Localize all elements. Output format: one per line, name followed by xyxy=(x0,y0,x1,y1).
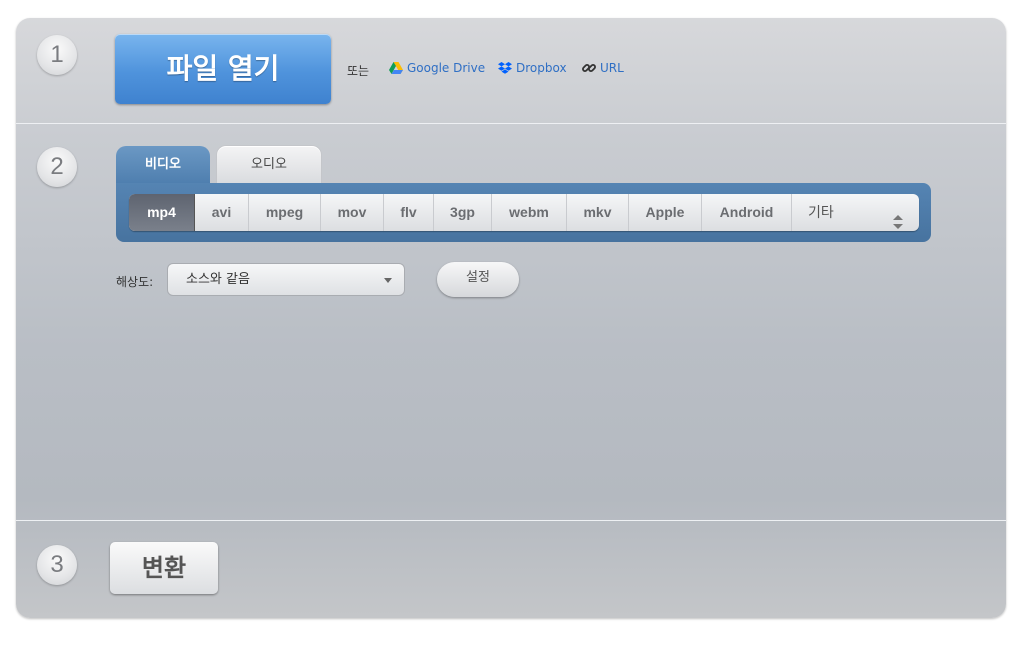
format-apple[interactable]: Apple xyxy=(629,194,702,231)
format-bar: mp4 avi mpeg mov flv 3gp webm mkv Apple … xyxy=(116,183,931,242)
url-label: URL xyxy=(600,61,624,75)
dropbox-label: Dropbox xyxy=(516,61,567,75)
updown-arrows-icon xyxy=(893,206,903,231)
link-icon xyxy=(582,61,596,75)
step-1-badge: 1 xyxy=(37,35,77,75)
converter-panel: 1 파일 열기 또는 Google Drive Dropbox URL 2 비디… xyxy=(16,18,1006,618)
settings-button[interactable]: 설정 xyxy=(437,262,519,297)
step-2-badge: 2 xyxy=(37,147,77,187)
dropbox-icon xyxy=(498,61,512,75)
tab-video[interactable]: 비디오 xyxy=(116,146,210,183)
resolution-value: 소스와 같음 xyxy=(186,272,250,287)
format-3gp[interactable]: 3gp xyxy=(434,194,492,231)
format-android[interactable]: Android xyxy=(702,194,792,231)
format-webm[interactable]: webm xyxy=(492,194,567,231)
or-label: 또는 xyxy=(347,64,370,78)
format-mp4[interactable]: mp4 xyxy=(129,194,195,231)
google-drive-link[interactable]: Google Drive xyxy=(389,61,485,75)
format-mov[interactable]: mov xyxy=(321,194,384,231)
convert-button[interactable]: 변환 xyxy=(110,542,218,594)
resolution-select[interactable]: 소스와 같음 xyxy=(167,263,405,296)
format-other-label: 기타 xyxy=(808,204,834,220)
format-flv[interactable]: flv xyxy=(384,194,434,231)
tab-audio[interactable]: 오디오 xyxy=(216,145,322,183)
format-mpeg[interactable]: mpeg xyxy=(249,194,321,231)
chevron-down-icon xyxy=(384,278,392,283)
dropbox-link[interactable]: Dropbox xyxy=(498,61,567,75)
format-list: mp4 avi mpeg mov flv 3gp webm mkv Apple … xyxy=(129,194,919,231)
google-drive-label: Google Drive xyxy=(407,61,486,75)
format-other-dropdown[interactable]: 기타 xyxy=(792,194,919,231)
google-drive-icon xyxy=(389,62,403,74)
url-link[interactable]: URL xyxy=(582,61,624,75)
open-file-button[interactable]: 파일 열기 xyxy=(115,34,331,104)
step-3-badge: 3 xyxy=(37,545,77,585)
resolution-label: 해상도: xyxy=(116,275,154,289)
format-mkv[interactable]: mkv xyxy=(567,194,629,231)
divider xyxy=(16,520,1006,521)
format-avi[interactable]: avi xyxy=(195,194,249,231)
divider xyxy=(16,123,1006,124)
